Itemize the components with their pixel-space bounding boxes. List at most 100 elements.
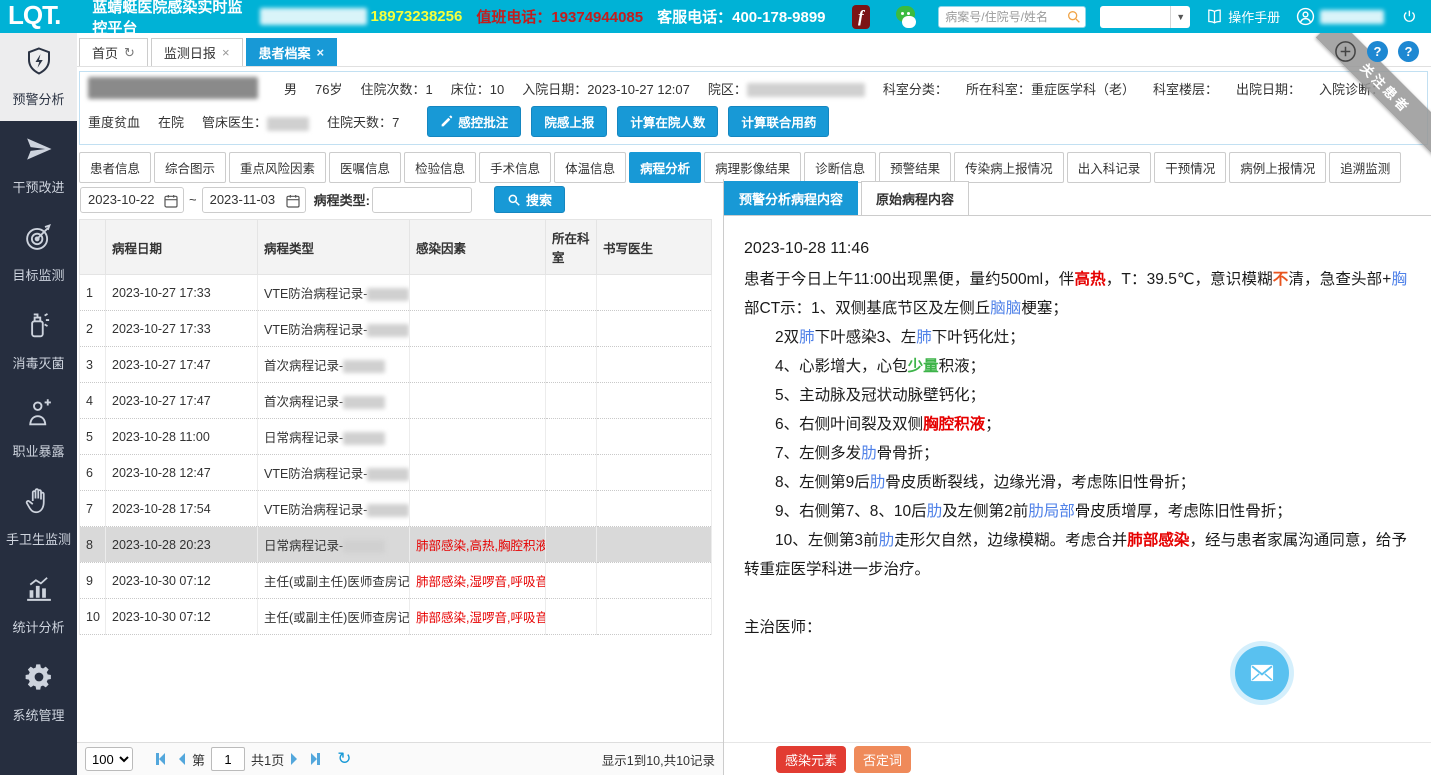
patient-search-input[interactable]: [938, 6, 1086, 28]
course-paragraph: 2双肺下叶感染3、左肺下叶钙化灶；: [744, 323, 1407, 352]
search-button[interactable]: 搜索: [494, 186, 565, 213]
date-from-input[interactable]: 2023-10-22: [80, 187, 184, 213]
sidebar-item-5[interactable]: 职业暴露: [0, 385, 77, 473]
table-row-1[interactable]: 12023-10-27 17:33VTE防治病程记录-: [80, 275, 712, 311]
page-size-select[interactable]: 100: [85, 747, 133, 771]
refresh-icon[interactable]: ↻: [337, 749, 351, 769]
sidebar-item-8[interactable]: 系统管理: [0, 649, 77, 737]
sidebar-item-2[interactable]: 干预改进: [0, 121, 77, 209]
sidebar-item-label: 预警分析: [12, 89, 64, 108]
table-row-2[interactable]: 22023-10-27 17:33VTE防治病程记录-: [80, 311, 712, 347]
page-number-input[interactable]: [211, 747, 245, 771]
close-icon[interactable]: ×: [317, 45, 325, 60]
blank-line: [744, 584, 1407, 613]
message-fab-button[interactable]: [1235, 646, 1289, 700]
column-header: 感染因素: [410, 220, 546, 275]
course-paragraph: 8、左侧第9后肋骨皮质断裂线，边缘光滑，考虑陈旧性骨折；: [744, 468, 1407, 497]
content-tabs: 预警分析病程内容原始病程内容: [724, 181, 1431, 216]
record-summary: 显示1到10,共10记录: [602, 750, 715, 769]
table-row-10[interactable]: 102023-10-30 07:12主任(或副主任)医师查房记录肺部感染,湿啰音…: [80, 599, 712, 635]
tab-3[interactable]: 患者档案×: [246, 38, 338, 66]
infection-factors-cell: 肺部感染,湿啰音,呼吸音粗: [410, 563, 546, 599]
prev-page-button[interactable]: [179, 753, 185, 765]
calendar-icon[interactable]: [163, 193, 179, 209]
course-type-input[interactable]: [372, 187, 472, 213]
search-icon[interactable]: [1066, 9, 1082, 25]
table-cell: 3: [80, 347, 106, 383]
spray-icon: [24, 310, 54, 345]
last-page-button[interactable]: [311, 753, 320, 765]
plus-circle-icon[interactable]: [1334, 40, 1357, 63]
course-type-cell: 日常病程记录-: [258, 419, 410, 455]
patient-tag-anemia: 重度贫血: [88, 112, 140, 131]
table-row-6[interactable]: 62023-10-28 12:47VTE防治病程记录-: [80, 455, 712, 491]
tab-label: 首页: [92, 43, 118, 62]
sidebar-item-3[interactable]: 目标监测: [0, 209, 77, 297]
infection-legend-button[interactable]: 感染元素: [776, 746, 846, 773]
highlighted-keyword: 胸: [1391, 271, 1407, 288]
sidebar-item-6[interactable]: 手卫生监测: [0, 473, 77, 561]
sidebar-item-7[interactable]: 统计分析: [0, 561, 77, 649]
redacted-patient-name: [88, 77, 258, 99]
manual-link[interactable]: 操作手册: [1206, 7, 1280, 26]
sidebar-item-1[interactable]: 预警分析: [0, 33, 77, 121]
date-range-separator: ~: [189, 192, 197, 207]
calendar-icon[interactable]: [285, 193, 301, 209]
logout-power-icon[interactable]: [1402, 7, 1417, 26]
wechat-icon[interactable]: [896, 6, 916, 28]
sidebar-item-label: 干预改进: [12, 177, 64, 196]
highlighted-keyword: 肋: [927, 503, 943, 520]
patient-tag-inhospital: 在院: [158, 112, 184, 131]
tab-2[interactable]: 监测日报×: [151, 38, 243, 66]
date-to-input[interactable]: 2023-11-03: [202, 187, 306, 213]
patient-action-button-3[interactable]: 计算在院人数: [617, 106, 718, 137]
highlighted-keyword: 肺: [799, 329, 815, 346]
highlighted-keyword: 肋: [861, 445, 877, 462]
close-icon[interactable]: ×: [222, 45, 230, 60]
gear-icon: [24, 662, 54, 697]
content-tab-1[interactable]: 预警分析病程内容: [724, 181, 858, 215]
course-type-cell: 主任(或副主任)医师查房记录: [258, 599, 410, 635]
user-menu[interactable]: [1296, 7, 1384, 26]
sidebar-item-label: 统计分析: [12, 617, 64, 636]
flash-icon[interactable]: f: [852, 5, 871, 29]
infection-factors-cell: [410, 419, 546, 455]
help-icon[interactable]: ?: [1367, 41, 1388, 62]
sidebar-item-4[interactable]: 消毒灭菌: [0, 297, 77, 385]
course-paragraph: 主治医师：: [744, 613, 1407, 642]
patient-action-button-1[interactable]: 感控批注: [427, 106, 521, 137]
patient-field: 科室楼层：: [1153, 79, 1218, 98]
table-cell: [546, 347, 597, 383]
table-cell: 6: [80, 455, 106, 491]
table-row-9[interactable]: 92023-10-30 07:12主任(或副主任)医师查房记录肺部感染,湿啰音,…: [80, 563, 712, 599]
column-header: 病程日期: [106, 220, 258, 275]
envelope-icon: [1248, 659, 1276, 687]
first-page-button[interactable]: [156, 753, 165, 765]
patient-gender: 男: [284, 79, 297, 98]
patient-action-button-4[interactable]: 计算联合用药: [728, 106, 829, 137]
table-row-5[interactable]: 52023-10-28 11:00日常病程记录-: [80, 419, 712, 455]
search-icon: [507, 193, 521, 207]
bed-doctor: 管床医生：: [202, 112, 309, 131]
refresh-icon[interactable]: ↻: [124, 45, 135, 61]
course-paragraph: 6、右侧叶间裂及双侧胸腔积液；: [744, 410, 1407, 439]
table-row-4[interactable]: 42023-10-27 17:47首次病程记录-: [80, 383, 712, 419]
help-icon-2[interactable]: ?: [1398, 41, 1419, 62]
content-tab-2[interactable]: 原始病程内容: [861, 181, 969, 215]
table-row-8[interactable]: 82023-10-28 20:23日常病程记录-肺部感染,高热,胸腔积液: [80, 527, 712, 563]
table-cell: [597, 347, 712, 383]
tab-1[interactable]: 首页 ↻: [79, 38, 148, 66]
header-dropdown[interactable]: ▼: [1100, 6, 1190, 28]
table-cell: [597, 275, 712, 311]
course-paragraph: 患者于今日上午11:00出现黑便，量约500ml，伴高热，T：39.5℃，意识模…: [744, 265, 1407, 323]
next-page-button[interactable]: [291, 753, 297, 765]
patient-action-button-2[interactable]: 院感上报: [531, 106, 607, 137]
table-row-3[interactable]: 32023-10-27 17:47首次病程记录-: [80, 347, 712, 383]
hospital-days: 住院天数：7: [327, 112, 399, 131]
table-row-7[interactable]: 72023-10-28 17:54VTE防治病程记录-: [80, 491, 712, 527]
negation-legend-button[interactable]: 否定词: [854, 746, 911, 773]
registration-phone: 18973238256: [371, 8, 463, 25]
table-cell: 10: [80, 599, 106, 635]
bar-chart-icon: [24, 574, 54, 609]
book-icon: [1206, 8, 1223, 25]
